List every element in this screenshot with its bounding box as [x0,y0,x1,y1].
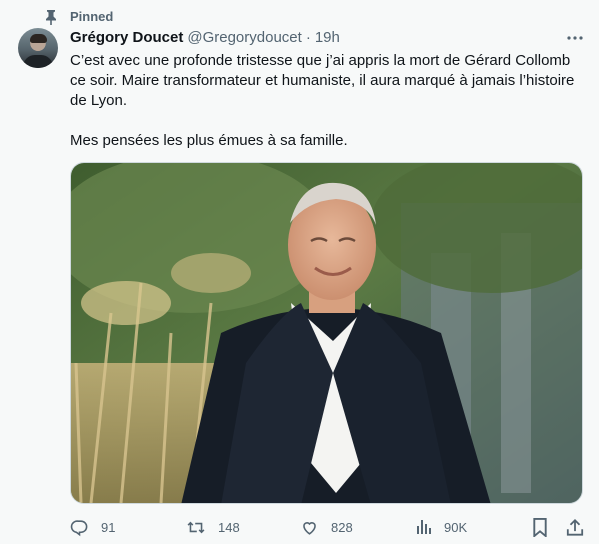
tweet-header: Grégory Doucet @Gregorydoucet · 19h [70,29,340,46]
pinned-indicator: Pinned [44,8,113,26]
retweet-count: 148 [218,519,240,535]
portrait-photo [71,163,582,503]
views-count: 90K [444,519,468,535]
separator-dot: · [305,29,311,46]
more-icon [567,36,583,40]
views-button[interactable]: 90K [416,516,467,538]
reply-count: 91 [101,519,116,535]
share-button[interactable] [566,516,584,538]
reply-button[interactable]: 91 [70,516,115,538]
bookmark-icon [533,517,547,537]
pin-icon [44,9,58,25]
tweet-paragraph: Mes pensées les plus émues à sa famille. [70,132,348,149]
retweet-icon [187,521,205,533]
tweet-photo[interactable] [70,162,583,504]
author-name[interactable]: Grégory Doucet [70,29,183,46]
tweet-actions: 91 148 828 90K [70,516,590,538]
heart-icon [303,521,316,535]
avatar-hair [30,34,47,43]
tweet-time[interactable]: 19h [315,29,340,46]
avatar[interactable] [18,28,58,68]
bookmark-button[interactable] [532,516,548,538]
views-icon [417,520,431,534]
more-options-button[interactable] [565,30,585,46]
like-button[interactable]: 828 [300,516,353,538]
like-count: 828 [331,519,353,535]
author-handle[interactable]: @Gregorydoucet [187,29,301,46]
pinned-label: Pinned [70,9,114,24]
share-icon [566,518,584,536]
tweet[interactable]: Pinned Grégory Doucet @Gregorydoucet · 1… [0,0,599,544]
retweet-button[interactable]: 148 [186,516,240,538]
tweet-text: C’est avec une profonde tristesse que j’… [70,51,590,151]
avatar-body [23,55,53,68]
reply-icon [70,519,88,536]
tweet-paragraph: C’est avec une profonde tristesse que j’… [70,52,575,109]
